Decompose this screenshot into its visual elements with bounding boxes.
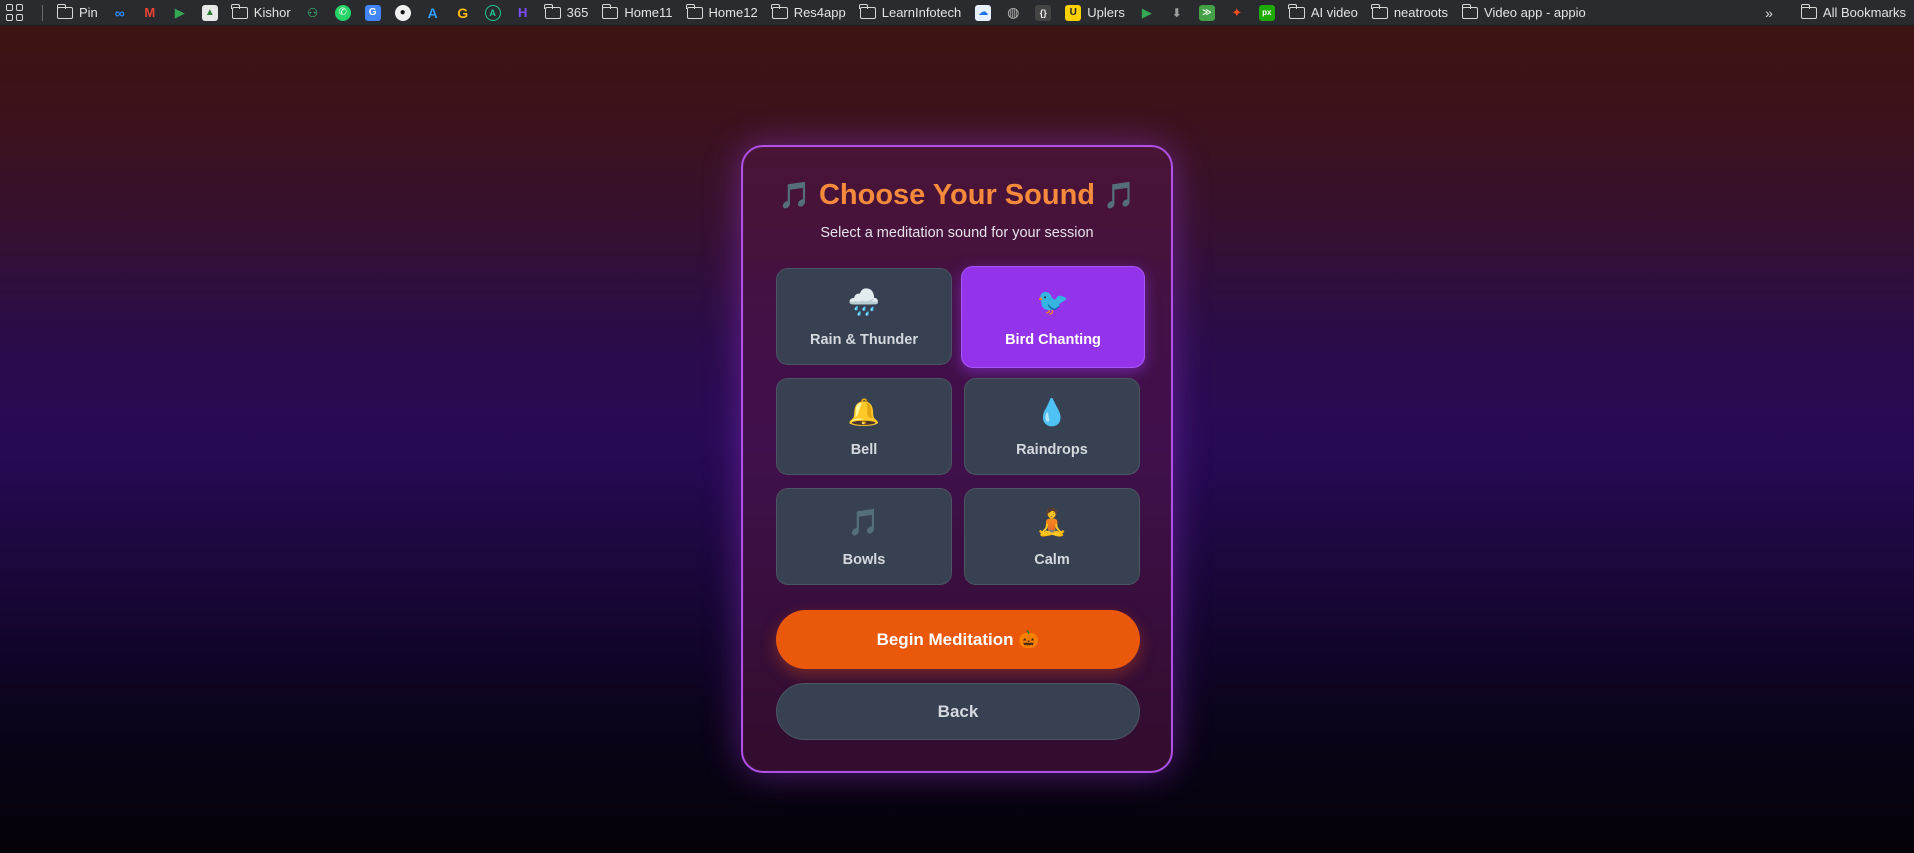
uplers-icon: U [1065,4,1082,21]
folder-icon [1461,3,1479,19]
bookmark-folder-res4app[interactable]: Res4app [771,0,846,25]
braces-icon: {} [1035,4,1052,21]
purple-logo-icon: H [517,5,528,20]
bookmark-purple-logo[interactable]: H [515,0,531,25]
figma-icon: ✦ [1231,4,1243,20]
bookmark-play-store-2[interactable]: ▶ [1139,0,1155,25]
sound-option-label: Bird Chanting [1005,332,1101,348]
play-store-icon: ▶ [174,4,185,20]
bookmark-chevron-green[interactable]: ≫ [1198,0,1215,25]
folder-icon [686,3,703,19]
bookmark-folder-home12[interactable]: Home12 [686,0,758,25]
px-icon: px [1258,4,1275,21]
sound-option-label: Bowls [842,552,886,568]
bookmark-braces[interactable]: {} [1035,0,1052,25]
sound-option-rain-thunder[interactable]: 🌧️ Rain & Thunder [776,268,952,365]
bookmark-folder-kishor[interactable]: Kishor [231,0,291,25]
music-note-icon: 🎵 [1103,180,1136,210]
bookmark-gmail[interactable]: M [142,0,158,25]
meta-icon: ∞ [114,4,125,21]
bookmark-folder-home11[interactable]: Home11 [601,0,673,25]
bookmark-uplers[interactable]: U Uplers [1065,0,1125,25]
sound-option-label: Bell [850,442,878,458]
bookmark-image[interactable]: ▲ [201,0,218,25]
bird-icon: 🐦 [1036,287,1070,317]
bookmark-pin[interactable]: ⬇ [1169,0,1185,25]
rain-cloud-icon: 🌧️ [847,287,881,317]
pin-icon: ⬇ [1171,5,1182,20]
bookmark-globe[interactable]: ◍ [1005,0,1021,25]
sound-option-label: Rain & Thunder [810,332,918,348]
bookmark-whatsapp[interactable]: ✆ [334,0,351,25]
folder-icon [1371,3,1388,19]
folder-icon [1800,3,1817,19]
folder-icon [544,3,561,19]
whatsapp-icon: ✆ [334,4,351,21]
back-button[interactable]: Back [776,683,1140,740]
image-icon: ▲ [201,4,218,21]
github-icon: ● [394,4,411,21]
cloud-icon: ☁ [975,4,992,21]
card-subtitle: Select a meditation sound for your sessi… [820,225,1094,241]
bookmark-folder-learninfotech[interactable]: LearnInfotech [859,0,961,25]
music-note-icon: 🎵 [778,180,811,210]
begin-meditation-button[interactable]: Begin Meditation 🎃 [776,610,1140,669]
globe-icon: ◍ [1007,4,1020,20]
bookmarks-bar: Pin ∞ M ▶ ▲ Kishor ⚇ ✆ G ● A G A H 365 H… [0,0,1914,26]
sound-option-bird-chanting[interactable]: 🐦 Bird Chanting [961,266,1145,368]
play-store-icon: ▶ [1141,4,1152,20]
bookmark-translate[interactable]: G [364,0,381,25]
all-bookmarks-button[interactable]: All Bookmarks [1800,0,1906,25]
bookmark-cloud[interactable]: ☁ [975,0,992,25]
folder-icon [859,3,876,19]
folder-icon [771,3,788,19]
circle-a-icon: A [484,4,501,21]
folder-icon [1288,3,1305,19]
folder-icon [601,3,619,19]
bookmark-folder-ai-video[interactable]: AI video [1288,0,1358,25]
sound-option-label: Calm [1034,552,1070,568]
google-icon: G [457,4,469,21]
sound-selection-card: 🎵 Choose Your Sound 🎵 Select a meditatio… [741,145,1173,773]
bookmark-google[interactable]: G [455,0,471,25]
bookmark-figma[interactable]: ✦ [1229,0,1245,25]
bookmark-folder-neatroots[interactable]: neatroots [1371,0,1448,25]
sound-option-calm[interactable]: 🧘 Calm [964,488,1140,585]
android-icon: ⚇ [307,5,319,20]
apps-grid-icon [6,3,24,22]
bookmarks-separator [42,4,43,21]
folder-icon [56,3,73,19]
bookmark-folder-365[interactable]: 365 [544,0,588,25]
sound-option-raindrops[interactable]: 💧 Raindrops [964,378,1140,475]
bell-icon: 🔔 [847,397,881,427]
bookmark-play-store[interactable]: ▶ [172,0,188,25]
bookmark-folder-pin[interactable]: Pin [56,0,98,25]
music-note-icon: 🎵 [847,507,881,537]
gmail-icon: M [144,5,156,20]
card-title-text: Choose Your Sound [818,179,1096,211]
sound-option-bell[interactable]: 🔔 Bell [776,378,952,475]
translate-icon: G [364,4,381,21]
sound-option-bowls[interactable]: 🎵 Bowls [776,488,952,585]
bookmark-circle-a[interactable]: A [484,0,501,25]
card-title: 🎵 Choose Your Sound 🎵 [743,179,1171,212]
sound-option-label: Raindrops [1016,442,1088,458]
bookmark-android[interactable]: ⚇ [305,0,321,25]
more-bookmarks-button[interactable]: » [1765,5,1773,21]
meditation-icon: 🧘 [1035,507,1069,537]
bookmark-meta[interactable]: ∞ [112,0,128,25]
folder-icon [231,3,248,19]
bookmark-folder-video-app[interactable]: Video app - appio [1461,0,1586,25]
droplet-icon: 💧 [1035,397,1069,427]
bookmark-app-store[interactable]: A [425,0,441,25]
apps-button[interactable] [6,0,24,25]
bookmark-github[interactable]: ● [394,0,411,25]
app-store-icon: A [427,4,438,21]
bookmark-px[interactable]: px [1258,0,1275,25]
chevron-green-icon: ≫ [1198,4,1215,21]
